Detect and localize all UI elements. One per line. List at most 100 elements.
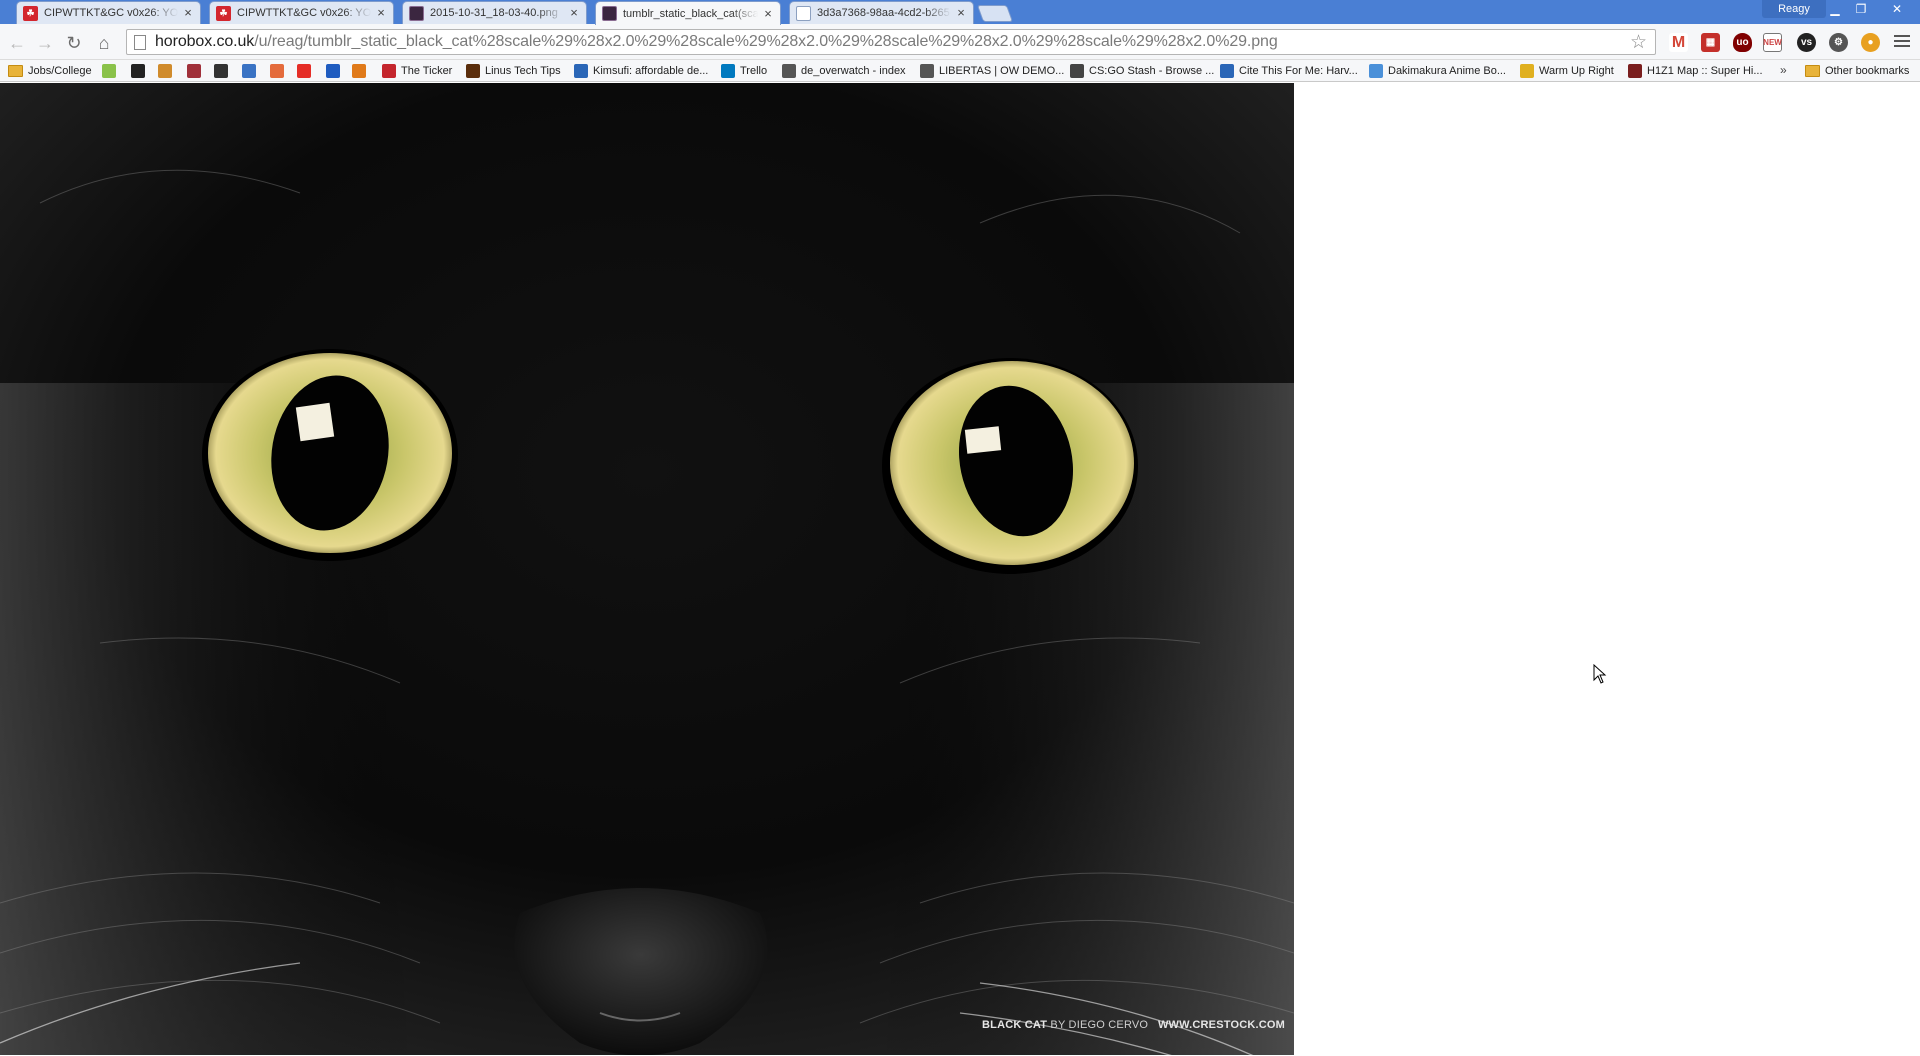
folder-icon xyxy=(1805,65,1820,77)
bookmark-item[interactable] xyxy=(242,63,261,79)
document-icon xyxy=(796,5,811,21)
gmail-icon[interactable]: M xyxy=(1669,33,1688,52)
bookmark-icon xyxy=(466,64,480,78)
bookmark-label: The Ticker xyxy=(401,65,453,77)
bookmark-item[interactable] xyxy=(102,63,121,79)
bookmark-icon xyxy=(574,64,588,78)
ublock-icon[interactable]: uo xyxy=(1733,33,1752,52)
bookmark-icon xyxy=(270,64,284,78)
bookmark-label: H1Z1 Map :: Super Hi... xyxy=(1647,65,1763,77)
tab-1[interactable]: ☘ CIPWTTKT&GC v0x26: YOU × xyxy=(16,1,201,24)
address-bar[interactable]: horobox.co.uk/u/reag/tumblr_static_black… xyxy=(126,29,1656,55)
bookmark-icon xyxy=(1070,64,1084,78)
mouse-cursor-icon xyxy=(1593,664,1607,684)
tab-strip: ☘ CIPWTTKT&GC v0x26: YOU × ☘ CIPWTTKT&GC… xyxy=(0,0,1920,25)
toolbar: ← → ↻ ⌂ horobox.co.uk/u/reag/tumblr_stat… xyxy=(0,24,1920,60)
tab-4-active[interactable]: tumblr_static_black_cat(scale × xyxy=(595,1,781,25)
new-tab-button[interactable] xyxy=(976,5,1014,22)
bookmark-icon xyxy=(920,64,934,78)
cat-photo-illustration xyxy=(0,83,1294,1055)
close-icon[interactable]: × xyxy=(762,7,774,20)
bookmark-label: Warm Up Right xyxy=(1539,65,1614,77)
bookmark-item[interactable]: H1Z1 Map :: Super Hi... xyxy=(1628,63,1763,79)
image-credit: BLACK CAT BY DIEGO CERVO WWW.CRESTOCK.CO… xyxy=(982,1019,1286,1031)
red-4chan-icon: ☘ xyxy=(216,5,231,21)
bookmark-item[interactable] xyxy=(187,63,206,79)
trello-icon xyxy=(721,64,735,78)
bookmarks-bar: » Other bookmarks Jobs/College The Ticker… xyxy=(0,60,1920,82)
close-icon[interactable]: × xyxy=(375,6,387,19)
close-icon[interactable]: × xyxy=(955,6,967,19)
bookmark-item[interactable] xyxy=(158,63,177,79)
vs-icon[interactable]: vs xyxy=(1797,33,1816,52)
new-badge-icon[interactable]: NEW xyxy=(1763,33,1782,52)
bookmark-item[interactable]: Jobs/College xyxy=(8,63,92,79)
back-icon[interactable]: ← xyxy=(6,32,28,54)
close-window-icon[interactable]: ✕ xyxy=(1880,0,1914,18)
minimize-icon[interactable]: ▁ xyxy=(1822,0,1848,18)
bookmark-label: de_overwatch - index xyxy=(801,65,906,77)
browser-window: ☘ CIPWTTKT&GC v0x26: YOU × ☘ CIPWTTKT&GC… xyxy=(0,0,1920,1056)
menu-icon[interactable] xyxy=(1894,33,1910,49)
close-icon[interactable]: × xyxy=(182,6,194,19)
bookmark-item[interactable]: Linus Tech Tips xyxy=(466,63,561,79)
tab-title: 3d3a7368-98aa-4cd2-b265- xyxy=(817,7,951,19)
bookmark-item[interactable] xyxy=(326,63,345,79)
bookmark-icon xyxy=(187,64,201,78)
bookmark-item[interactable] xyxy=(131,63,150,79)
bookmark-label: LIBERTAS | OW DEMO... xyxy=(939,65,1065,77)
page-icon xyxy=(134,34,146,50)
horobox-icon xyxy=(409,5,424,21)
tab-5[interactable]: 3d3a7368-98aa-4cd2-b265- × xyxy=(789,1,974,24)
bookmark-label: Cite This For Me: Harv... xyxy=(1239,65,1358,77)
bookmark-item[interactable]: Trello xyxy=(721,63,767,79)
bookmark-star-icon[interactable]: ☆ xyxy=(1630,31,1647,54)
bookmark-label: Linus Tech Tips xyxy=(485,65,561,77)
bookmark-label: Dakimakura Anime Bo... xyxy=(1388,65,1506,77)
bookmark-item[interactable]: Warm Up Right xyxy=(1520,63,1614,79)
bookmark-label: Kimsufi: affordable de... xyxy=(593,65,709,77)
bookmark-item[interactable]: LIBERTAS | OW DEMO... xyxy=(920,63,1064,79)
cookie-icon[interactable]: ● xyxy=(1861,33,1880,52)
bookmark-item[interactable]: CS:GO Stash - Browse ... xyxy=(1070,63,1214,79)
bookmark-icon xyxy=(382,64,396,78)
bookmark-item[interactable]: Dakimakura Anime Bo... xyxy=(1369,63,1506,79)
tab-title: CIPWTTKT&GC v0x26: YOU xyxy=(44,7,178,19)
close-icon[interactable]: × xyxy=(568,6,580,19)
bookmark-item[interactable] xyxy=(270,63,289,79)
bookmark-icon xyxy=(782,64,796,78)
extension-icon[interactable]: ▦ xyxy=(1701,33,1720,52)
bookmark-item[interactable] xyxy=(297,63,316,79)
tab-title: tumblr_static_black_cat(scale xyxy=(623,7,758,20)
tab-2[interactable]: ☘ CIPWTTKT&GC v0x26: YOU × xyxy=(209,1,394,24)
reload-icon[interactable]: ↻ xyxy=(63,32,85,54)
youtube-icon xyxy=(297,64,311,78)
bookmark-icon xyxy=(1628,64,1642,78)
chevron-right-icon[interactable]: » xyxy=(1780,63,1787,77)
url-text: horobox.co.uk/u/reag/tumblr_static_black… xyxy=(155,33,1278,50)
bookmark-item[interactable] xyxy=(352,63,371,79)
bookmark-item[interactable] xyxy=(214,63,233,79)
bookmark-item[interactable]: The Ticker xyxy=(382,63,452,79)
bookmark-icon xyxy=(352,64,366,78)
extension-icon[interactable]: ⚙ xyxy=(1829,33,1848,52)
bookmark-item[interactable]: Cite This For Me: Harv... xyxy=(1220,63,1358,79)
bookmark-icon xyxy=(1220,64,1234,78)
tab-title: 2015-10-31_18-03-40.png xyxy=(430,7,558,19)
other-bookmarks[interactable]: Other bookmarks xyxy=(1805,63,1909,79)
red-4chan-icon: ☘ xyxy=(23,5,38,21)
bookmark-item[interactable]: Kimsufi: affordable de... xyxy=(574,63,708,79)
bookmark-icon xyxy=(158,64,172,78)
bookmark-label: Trello xyxy=(740,65,768,77)
profile-button[interactable]: Reagy xyxy=(1762,0,1826,18)
folder-icon xyxy=(8,65,23,77)
bookmark-item[interactable]: de_overwatch - index xyxy=(782,63,906,79)
restore-icon[interactable]: ❐ xyxy=(1848,0,1874,18)
home-icon[interactable]: ⌂ xyxy=(93,32,115,54)
bookmark-icon xyxy=(131,64,145,78)
bookmark-label: Jobs/College xyxy=(28,65,92,77)
forward-icon[interactable]: → xyxy=(34,32,56,54)
cat-image: BLACK CAT BY DIEGO CERVO WWW.CRESTOCK.CO… xyxy=(0,83,1294,1055)
tab-3[interactable]: 2015-10-31_18-03-40.png × xyxy=(402,1,587,24)
tab-title: CIPWTTKT&GC v0x26: YOU xyxy=(237,7,371,19)
